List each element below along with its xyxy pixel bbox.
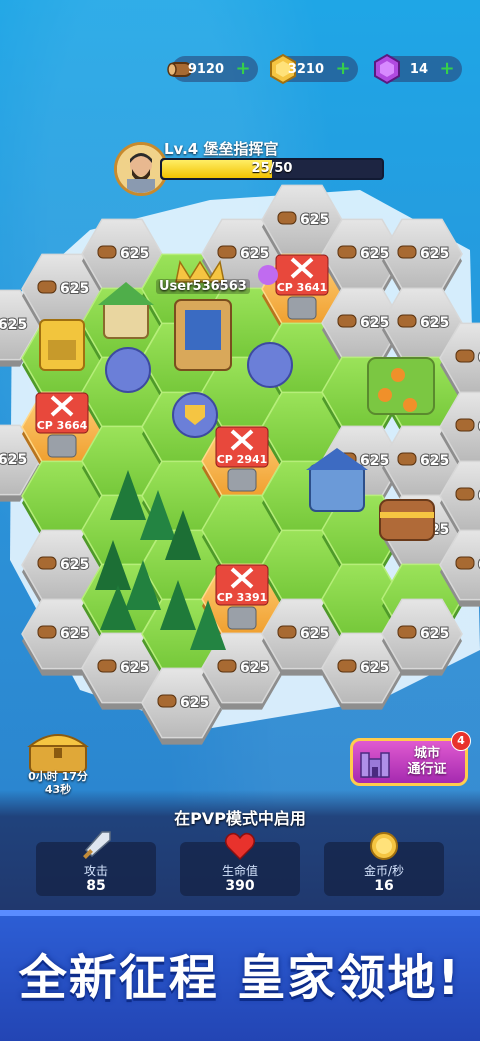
tile-cost-label: 625 <box>60 281 89 297</box>
wood-log-icon <box>397 452 417 466</box>
hex-board: 625 625 625 CP 3664 625 625 625 625 625 625 CP 294… <box>0 184 480 745</box>
wood-counter[interactable]: 9120 + <box>167 56 258 82</box>
tile-cost-label: 625 <box>420 246 449 262</box>
tile-cost-label: 625 <box>420 453 449 469</box>
income-label: 金币/秒 <box>363 864 405 878</box>
health-stat: 生命值 390 <box>180 832 300 896</box>
wood-log-icon <box>277 625 297 639</box>
enemy-tower <box>227 468 257 492</box>
tile-cost-label: 625 <box>180 695 209 711</box>
tile-cost-label: 625 <box>420 626 449 642</box>
tile-cost-label: 625 <box>420 315 449 331</box>
wood-log-icon <box>397 245 417 259</box>
health-label: 生命值 <box>221 864 258 878</box>
chest-timer-line1: 0小时 17分 <box>28 770 88 783</box>
wood-log-icon <box>217 245 237 259</box>
enemy-tower <box>47 434 77 458</box>
tile-cost-label: 625 <box>360 453 389 469</box>
add-gold-icon[interactable]: + <box>334 60 352 78</box>
city-pass-label-line2: 通行证 <box>407 762 447 777</box>
city-pass-label: 城市 通行证 <box>393 746 461 778</box>
tile-cost-label: 625 <box>240 660 269 676</box>
commander-portrait-icon <box>117 145 165 193</box>
enemy-tower <box>227 606 257 630</box>
attack-value: 85 <box>86 878 106 894</box>
promo-banner-text: 全新征程 皇家领地! <box>18 950 462 1006</box>
wood-log-icon <box>455 349 475 363</box>
add-wood-icon[interactable]: + <box>234 60 252 78</box>
enemy-cp-label: CP 2941 <box>217 453 268 466</box>
wood-log-icon <box>37 625 57 639</box>
wood-log-icon <box>397 625 417 639</box>
tile-cost-label: 625 <box>360 315 389 331</box>
player-level-title: Lv.4 堡垒指挥官 <box>164 140 279 158</box>
wood-log-icon <box>337 314 357 328</box>
city-pass-label-line1: 城市 <box>413 746 440 761</box>
income-stat: 金币/秒 16 <box>324 832 444 896</box>
wood-log-icon <box>277 211 297 225</box>
tile-cost-label: 625 <box>120 246 149 262</box>
wood-log-icon <box>397 314 417 328</box>
tile-cost-label: 625 <box>0 452 27 468</box>
enemy-cp-label: CP 3664 <box>37 419 88 432</box>
gold-mine-building <box>39 319 85 371</box>
add-gems-icon[interactable]: + <box>438 60 456 78</box>
sword-icon <box>83 831 111 859</box>
xp-progress-bar: 25/50 <box>160 158 384 180</box>
attack-stat: 攻击 85 <box>36 831 156 896</box>
enemy-tower <box>287 296 317 320</box>
username-tag: User536563 <box>156 279 250 294</box>
wood-log-icon <box>37 556 57 570</box>
tile-cost-label: 625 <box>60 557 89 573</box>
wood-value: 9120 <box>187 61 224 77</box>
income-value: 16 <box>374 878 394 894</box>
purple-gem-icon <box>374 53 400 85</box>
tile-cost-label: 625 <box>300 626 329 642</box>
wood-log-icon <box>455 487 475 501</box>
coin-icon <box>370 832 398 860</box>
wood-log-icon <box>37 280 57 294</box>
tile-cost-label: 625 <box>360 660 389 676</box>
enemy-cp-label: CP 3391 <box>217 591 268 604</box>
treasure-chest-icon[interactable] <box>24 726 92 776</box>
pumpkin-farm <box>367 357 435 415</box>
wood-log-icon <box>157 694 177 708</box>
city-pass-button[interactable]: 城市 通行证 4 <box>350 731 471 786</box>
health-value: 390 <box>225 878 255 894</box>
wood-log-icon <box>97 245 117 259</box>
pvp-notice: 在PVP模式中启用 <box>174 809 306 828</box>
gold-counter[interactable]: 3210 + <box>270 53 358 85</box>
gold-value: 3210 <box>287 61 324 77</box>
tile-cost-label: 625 <box>360 246 389 262</box>
wood-log-icon <box>337 245 357 259</box>
tile-cost-label: 625 <box>60 626 89 642</box>
gem-value: 14 <box>409 61 428 77</box>
castle-icon <box>360 752 390 778</box>
wood-log-icon <box>337 659 357 673</box>
tile-cost-label: 625 <box>240 246 269 262</box>
notification-badge: 4 <box>451 731 471 751</box>
chest-building <box>379 499 435 541</box>
tile-cost-label: 625 <box>120 660 149 676</box>
wood-log-icon <box>455 556 475 570</box>
wood-log-icon <box>455 418 475 432</box>
attack-label: 攻击 <box>83 864 108 878</box>
tile-cost-label: 625 <box>0 317 27 333</box>
wood-log-icon <box>97 659 117 673</box>
enemy-cp-label: CP 3641 <box>277 281 328 294</box>
heart-icon <box>225 832 255 861</box>
gem-counter[interactable]: 14 + <box>374 53 462 85</box>
tile-cost-label: 625 <box>300 212 329 228</box>
xp-progress-text: 25/50 <box>251 161 293 176</box>
wood-log-icon <box>217 659 237 673</box>
